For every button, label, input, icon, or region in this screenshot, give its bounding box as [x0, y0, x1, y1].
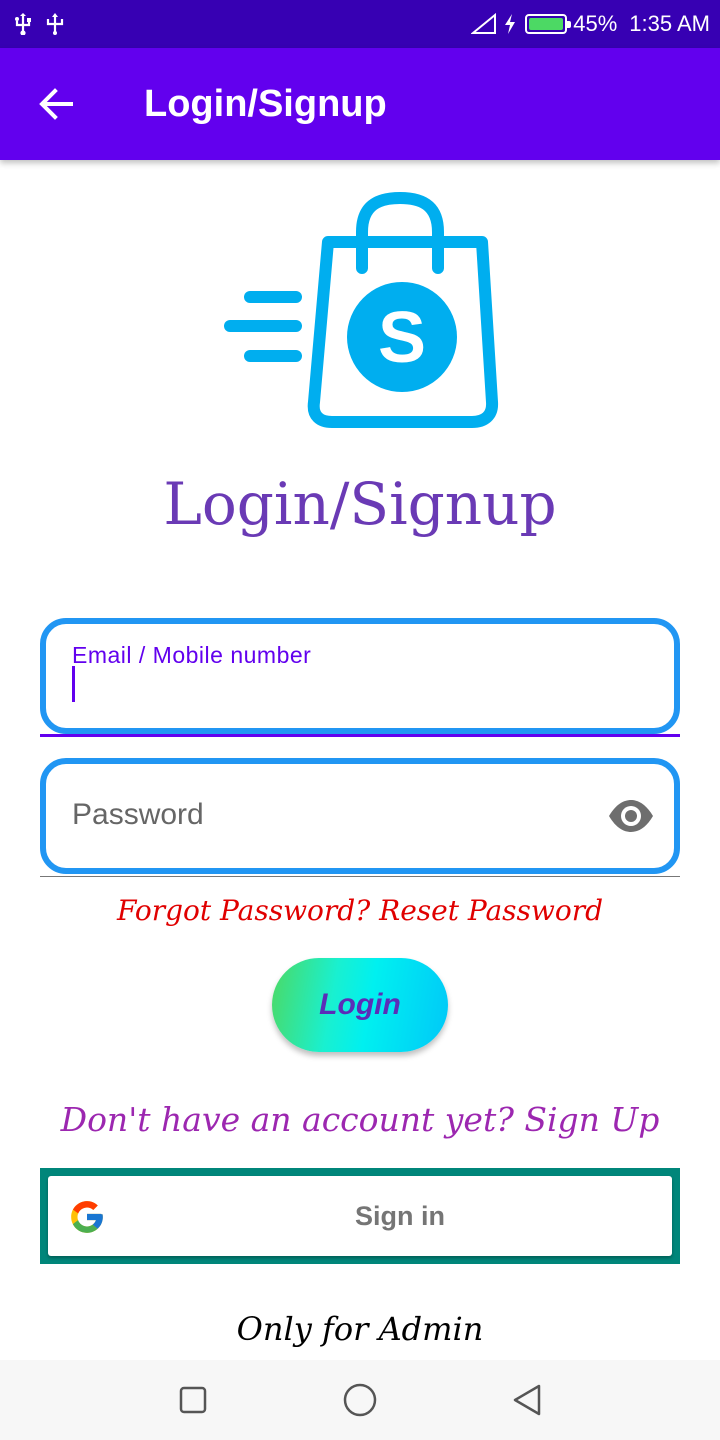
password-field-underline — [40, 876, 680, 877]
back-button[interactable] — [0, 48, 112, 160]
signal-icon — [471, 13, 497, 34]
triangle-back-icon — [513, 1384, 540, 1416]
status-bar: 45% 1:35 AM — [0, 0, 720, 48]
email-input[interactable] — [72, 674, 632, 714]
password-placeholder: Password — [72, 798, 204, 831]
login-button[interactable]: Login — [272, 958, 448, 1052]
home-button[interactable] — [330, 1370, 390, 1430]
system-nav-bar — [0, 1360, 720, 1440]
square-recents-icon — [180, 1386, 207, 1414]
shopping-bag-s-icon: S — [224, 191, 499, 428]
forgot-password-row: Forgot Password? Reset Password — [0, 894, 720, 927]
signup-row: Don't have an account yet? Sign Up — [0, 1100, 720, 1139]
usb-icon — [46, 13, 64, 35]
arrow-left-icon — [39, 88, 73, 120]
clock: 1:35 AM — [629, 11, 710, 36]
app-bar: Login/Signup — [0, 48, 720, 160]
email-field-underline — [40, 734, 680, 737]
email-field[interactable]: Email / Mobile number — [40, 618, 680, 734]
circle-home-icon — [343, 1383, 377, 1417]
usb-icon — [15, 13, 31, 35]
page-heading: Login/Signup — [163, 470, 557, 538]
status-icons-right: 45% 1:35 AM — [471, 11, 710, 37]
login-button-label: Login — [319, 988, 401, 1021]
charging-icon — [505, 14, 516, 34]
status-icons-left — [12, 13, 66, 35]
password-field[interactable]: Password — [40, 758, 680, 874]
google-signin-button[interactable]: Sign in — [48, 1176, 672, 1256]
back-nav-button[interactable] — [497, 1370, 557, 1430]
signup-link[interactable]: Don't have an account yet? Sign Up — [61, 1100, 660, 1139]
admin-link[interactable]: Only for Admin — [0, 1310, 720, 1348]
google-signin-container: Sign in — [40, 1168, 680, 1264]
battery-icon — [525, 14, 572, 34]
email-field-label: Email / Mobile number — [72, 642, 312, 668]
recents-button[interactable] — [163, 1370, 223, 1430]
app-bar-title: Login/Signup — [144, 82, 387, 125]
eye-icon[interactable] — [608, 798, 654, 834]
google-signin-label: Sign in — [355, 1200, 445, 1231]
battery-percent: 45% — [573, 11, 618, 36]
forgot-password-link[interactable]: Forgot Password? Reset Password — [117, 894, 603, 927]
logo-letter: S — [378, 298, 426, 378]
